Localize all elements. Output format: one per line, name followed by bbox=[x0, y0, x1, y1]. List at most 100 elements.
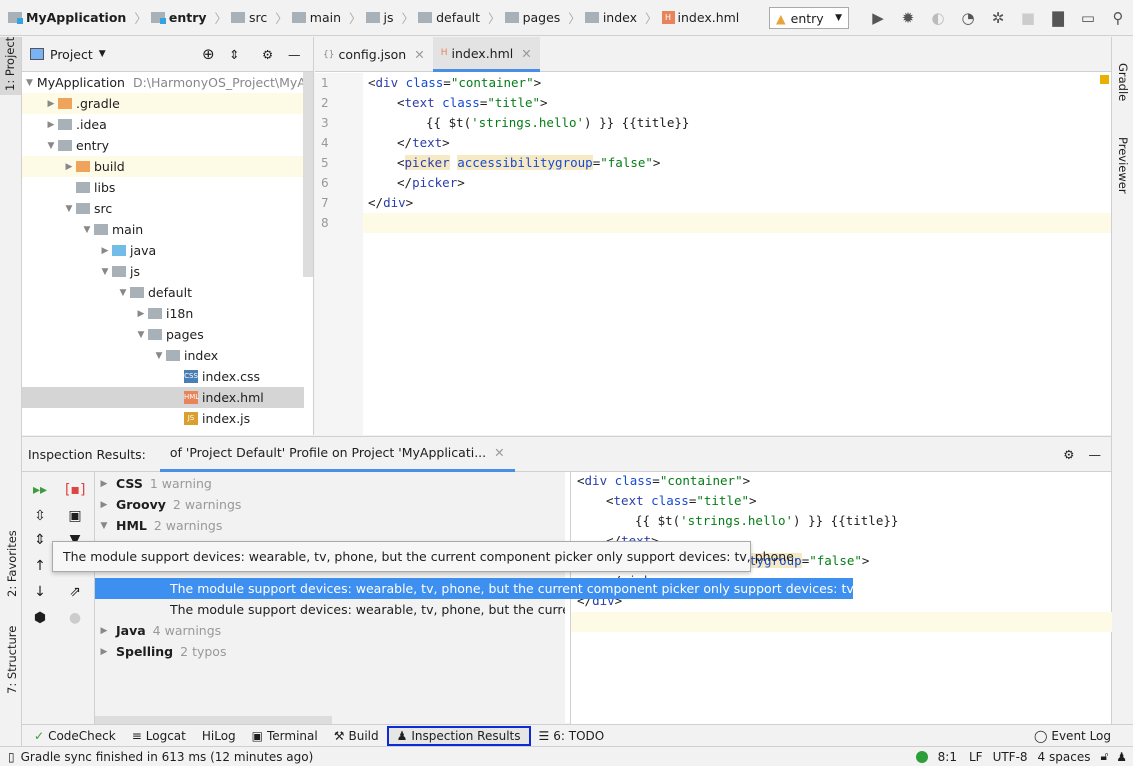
chevron-right-icon[interactable]: ▶ bbox=[134, 309, 148, 319]
run-config-select[interactable]: ▲ entry ▼ bbox=[769, 7, 849, 29]
collapse-all-icon[interactable]: ⇕ bbox=[229, 47, 239, 62]
tree-item[interactable]: JS index.js bbox=[22, 408, 304, 429]
chevron-right-icon[interactable]: ▶ bbox=[98, 246, 112, 256]
chevron-right-icon[interactable]: ▶ bbox=[97, 479, 111, 489]
tree-item[interactable]: ▼ main bbox=[22, 219, 304, 240]
breadcrumb-item[interactable]: main bbox=[291, 10, 341, 25]
scrollbar[interactable] bbox=[95, 716, 332, 724]
inspection-item-selected[interactable]: The module support devices: wearable, tv… bbox=[95, 578, 905, 599]
chevron-right-icon[interactable]: ▶ bbox=[44, 120, 58, 130]
tree-item[interactable]: ▶ .gradle bbox=[22, 93, 304, 114]
close-icon[interactable]: ✕ bbox=[414, 47, 424, 62]
inspection-group[interactable]: ▶ CSS 1 warning bbox=[95, 473, 212, 494]
warning-marker-icon[interactable] bbox=[1100, 75, 1109, 84]
tree-item[interactable]: ▼ entry bbox=[22, 135, 304, 156]
chevron-down-icon[interactable]: ▼ bbox=[134, 330, 148, 340]
group-severity-icon[interactable]: [▪] bbox=[65, 482, 85, 498]
tool-window-logcat[interactable]: ≡ Logcat bbox=[124, 726, 194, 746]
tree-item[interactable]: ▼ pages bbox=[22, 324, 304, 345]
encoding[interactable]: UTF-8 bbox=[993, 750, 1028, 764]
tree-item[interactable]: ▶ .idea bbox=[22, 114, 304, 135]
build-icon[interactable]: ✲ bbox=[983, 9, 1013, 27]
tool-window-terminal[interactable]: ▣ Terminal bbox=[244, 726, 326, 746]
tree-item[interactable]: ▼ js bbox=[22, 261, 304, 282]
breadcrumb-item[interactable]: pages bbox=[504, 10, 560, 25]
tab-config-json[interactable]: {} config.json ✕ bbox=[315, 37, 433, 72]
arrow-down-icon[interactable]: ↓ bbox=[30, 584, 50, 600]
hide-icon[interactable]: — bbox=[288, 47, 301, 62]
chevron-down-icon[interactable]: ▼ bbox=[80, 225, 94, 235]
tree-item[interactable]: libs bbox=[22, 177, 304, 198]
close-icon[interactable]: ✕ bbox=[494, 445, 504, 460]
project-tool-button[interactable]: 1: Project bbox=[0, 37, 21, 95]
lock-icon[interactable]: 🔓︎ bbox=[1100, 749, 1108, 764]
tab-index-hml[interactable]: Hindex.hml ✕ bbox=[432, 37, 540, 72]
chevron-right-icon[interactable]: ▶ bbox=[62, 162, 76, 172]
breadcrumb-item[interactable]: default bbox=[418, 10, 480, 25]
stop-icon[interactable]: ■ bbox=[1013, 9, 1043, 27]
bulb-icon[interactable]: ● bbox=[65, 610, 85, 626]
line-separator[interactable]: LF bbox=[969, 750, 983, 764]
hide-icon[interactable]: — bbox=[1089, 447, 1102, 462]
export-icon[interactable]: ⇗ bbox=[65, 584, 85, 600]
device-icon[interactable]: ▭ bbox=[1073, 9, 1103, 27]
tool-window-inspection-results[interactable]: ♟ Inspection Results bbox=[386, 725, 531, 746]
locate-icon[interactable]: ⊕ bbox=[202, 45, 215, 63]
inspection-group[interactable]: ▶ Java 4 warnings bbox=[95, 620, 222, 641]
breadcrumb-item[interactable]: MyApplication bbox=[8, 10, 126, 25]
tree-item[interactable]: HML index.hml bbox=[22, 387, 304, 408]
expand-all-icon[interactable]: ⇳ bbox=[30, 508, 50, 524]
tree-item[interactable]: ▶ build bbox=[22, 156, 304, 177]
breadcrumb-item[interactable]: entry bbox=[150, 10, 207, 25]
scrollbar[interactable] bbox=[303, 72, 313, 277]
status-toggle-icon[interactable]: ▯ bbox=[8, 750, 15, 764]
arrow-up-icon[interactable]: ↑ bbox=[30, 558, 50, 574]
tree-item[interactable]: ▶ java bbox=[22, 240, 304, 261]
tree-item[interactable]: ▼ index bbox=[22, 345, 304, 366]
breadcrumb-item[interactable]: js bbox=[365, 10, 394, 25]
close-icon[interactable]: ✕ bbox=[521, 46, 531, 61]
chevron-right-icon[interactable]: ▶ bbox=[44, 99, 58, 109]
chevron-down-icon[interactable]: ▼ bbox=[97, 521, 111, 531]
search-icon[interactable]: ⚲ bbox=[1103, 9, 1133, 27]
chevron-right-icon[interactable]: ▶ bbox=[97, 500, 111, 510]
group-directory-icon[interactable]: ▣ bbox=[65, 508, 85, 524]
tab-inspection-profile[interactable]: of 'Project Default' Profile on Project … bbox=[159, 437, 515, 472]
chevron-down-icon[interactable]: ▼ bbox=[44, 141, 58, 151]
profile-icon[interactable]: ◔ bbox=[953, 9, 983, 27]
tool-window-hilog[interactable]: HiLog bbox=[194, 726, 244, 746]
run-icon[interactable]: ▶ bbox=[863, 9, 893, 27]
project-structure-icon[interactable]: ▇ bbox=[1043, 9, 1073, 27]
debug-icon[interactable]: ✹ bbox=[893, 9, 923, 27]
chevron-down-icon[interactable]: ▼ bbox=[62, 204, 76, 214]
project-view-select[interactable]: Project bbox=[50, 47, 93, 62]
breadcrumb-item[interactable]: src bbox=[231, 10, 267, 25]
caret-position[interactable]: 8:1 bbox=[938, 750, 957, 764]
breadcrumb-item[interactable]: index bbox=[584, 10, 637, 25]
rerun-icon[interactable]: ▸▸ bbox=[30, 482, 50, 498]
tool-window-codecheck[interactable]: ✓ CodeCheck bbox=[26, 726, 124, 746]
tree-item[interactable]: ▼ default bbox=[22, 282, 304, 303]
tool-window-build[interactable]: ⚒ Build bbox=[326, 726, 387, 746]
settings-hex-icon[interactable]: ⬢ bbox=[30, 610, 50, 626]
chevron-down-icon[interactable]: ▼ bbox=[98, 267, 112, 277]
chevron-right-icon[interactable]: ▶ bbox=[97, 626, 111, 636]
inspection-group[interactable]: ▶ Spelling 2 typos bbox=[95, 641, 227, 662]
chevron-right-icon[interactable]: ▶ bbox=[97, 647, 111, 657]
inspector-icon[interactable]: ♟ bbox=[1116, 750, 1127, 764]
tree-item[interactable]: ▼ src bbox=[22, 198, 304, 219]
chevron-down-icon[interactable]: ▼ bbox=[26, 78, 33, 88]
chevron-down-icon[interactable]: ▼ bbox=[152, 351, 166, 361]
collapse-all-icon[interactable]: ⇕ bbox=[30, 532, 50, 548]
inspection-item[interactable]: The module support devices: wearable, tv… bbox=[95, 599, 565, 620]
chevron-down-icon[interactable]: ▼ bbox=[99, 49, 106, 59]
gear-icon[interactable]: ⚙ bbox=[1063, 447, 1074, 462]
event-log-button[interactable]: ◯ Event Log bbox=[1026, 726, 1119, 746]
indent[interactable]: 4 spaces bbox=[1038, 750, 1091, 764]
inspection-group[interactable]: ▼ HML 2 warnings bbox=[95, 515, 223, 536]
tool-window-6-todo[interactable]: ☰ 6: TODO bbox=[531, 726, 613, 746]
gear-icon[interactable]: ⚙ bbox=[262, 47, 273, 62]
inspection-group[interactable]: ▶ Groovy 2 warnings bbox=[95, 494, 242, 515]
tree-item[interactable]: ▶ i18n bbox=[22, 303, 304, 324]
breadcrumb-item[interactable]: Hindex.hml bbox=[661, 10, 739, 25]
